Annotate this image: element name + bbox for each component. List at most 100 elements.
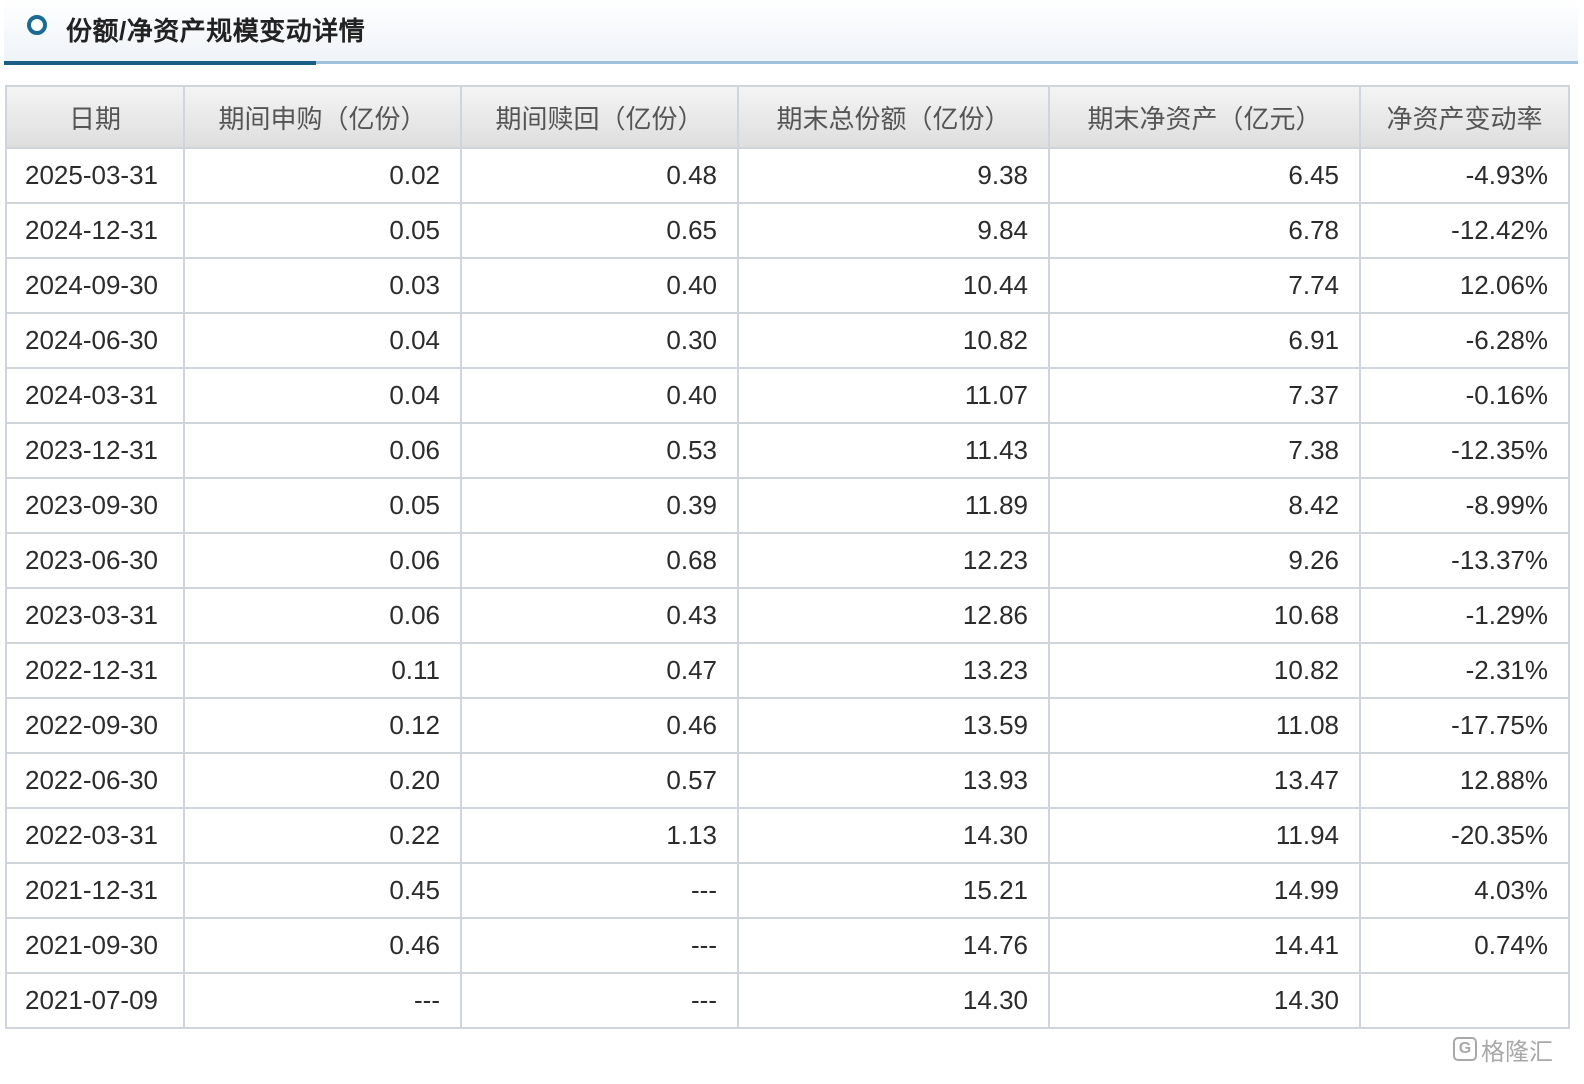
header-divider-accent bbox=[4, 61, 316, 65]
column-header-total-shares: 期末总份额（亿份） bbox=[737, 85, 1050, 149]
table-row: 2024-12-31 0.05 0.65 9.84 6.78 -12.42% bbox=[5, 202, 1570, 259]
cell-subscription: 0.12 bbox=[183, 697, 462, 754]
cell-total-shares: 11.89 bbox=[737, 477, 1050, 534]
table-row: 2022-09-30 0.12 0.46 13.59 11.08 -17.75% bbox=[5, 697, 1570, 754]
table-row: 2022-03-31 0.22 1.13 14.30 11.94 -20.35% bbox=[5, 807, 1570, 864]
cell-change-rate: -6.28% bbox=[1359, 312, 1570, 369]
cell-net-assets: 8.42 bbox=[1048, 477, 1361, 534]
cell-total-shares: 14.30 bbox=[737, 972, 1050, 1029]
column-header-subscription: 期间申购（亿份） bbox=[183, 85, 462, 149]
cell-date: 2021-09-30 bbox=[5, 917, 185, 974]
cell-change-rate: -2.31% bbox=[1359, 642, 1570, 699]
cell-net-assets: 7.38 bbox=[1048, 422, 1361, 479]
cell-net-assets: 13.47 bbox=[1048, 752, 1361, 809]
cell-redemption: 1.13 bbox=[460, 807, 739, 864]
table-row: 2021-12-31 0.45 --- 15.21 14.99 4.03% bbox=[5, 862, 1570, 919]
cell-net-assets: 6.45 bbox=[1048, 147, 1361, 204]
table-row: 2024-06-30 0.04 0.30 10.82 6.91 -6.28% bbox=[5, 312, 1570, 369]
cell-redemption: 0.40 bbox=[460, 367, 739, 424]
cell-total-shares: 15.21 bbox=[737, 862, 1050, 919]
column-header-redemption: 期间赎回（亿份） bbox=[460, 85, 739, 149]
cell-change-rate: 0.74% bbox=[1359, 917, 1570, 974]
watermark: G 格隆汇 bbox=[1453, 1033, 1553, 1066]
cell-redemption: 0.43 bbox=[460, 587, 739, 644]
cell-total-shares: 12.23 bbox=[737, 532, 1050, 589]
cell-subscription: 0.06 bbox=[183, 422, 462, 479]
cell-subscription: 0.46 bbox=[183, 917, 462, 974]
cell-change-rate: -0.16% bbox=[1359, 367, 1570, 424]
cell-date: 2022-06-30 bbox=[5, 752, 185, 809]
cell-date: 2024-12-31 bbox=[5, 202, 185, 259]
cell-total-shares: 14.30 bbox=[737, 807, 1050, 864]
cell-change-rate: -4.93% bbox=[1359, 147, 1570, 204]
cell-net-assets: 11.08 bbox=[1048, 697, 1361, 754]
cell-net-assets: 9.26 bbox=[1048, 532, 1361, 589]
cell-subscription: 0.02 bbox=[183, 147, 462, 204]
cell-redemption: 0.30 bbox=[460, 312, 739, 369]
cell-redemption: 0.48 bbox=[460, 147, 739, 204]
panel-header: 份额/净资产规模变动详情 bbox=[4, 0, 1578, 62]
cell-redemption: --- bbox=[460, 862, 739, 919]
cell-change-rate: -17.75% bbox=[1359, 697, 1570, 754]
cell-subscription: 0.06 bbox=[183, 587, 462, 644]
cell-total-shares: 11.43 bbox=[737, 422, 1050, 479]
table-row: 2023-06-30 0.06 0.68 12.23 9.26 -13.37% bbox=[5, 532, 1570, 589]
cell-change-rate: 12.88% bbox=[1359, 752, 1570, 809]
cell-redemption: 0.57 bbox=[460, 752, 739, 809]
panel-title: 份额/净资产规模变动详情 bbox=[66, 16, 366, 46]
cell-change-rate: 4.03% bbox=[1359, 862, 1570, 919]
column-header-net-assets: 期末净资产（亿元） bbox=[1048, 85, 1361, 149]
cell-subscription: --- bbox=[183, 972, 462, 1029]
cell-change-rate: -12.42% bbox=[1359, 202, 1570, 259]
cell-total-shares: 9.84 bbox=[737, 202, 1050, 259]
table-row: 2022-12-31 0.11 0.47 13.23 10.82 -2.31% bbox=[5, 642, 1570, 699]
cell-date: 2024-06-30 bbox=[5, 312, 185, 369]
cell-date: 2021-07-09 bbox=[5, 972, 185, 1029]
cell-change-rate: -8.99% bbox=[1359, 477, 1570, 534]
cell-subscription: 0.20 bbox=[183, 752, 462, 809]
circle-bullet-icon bbox=[27, 15, 47, 35]
cell-change-rate: -20.35% bbox=[1359, 807, 1570, 864]
cell-date: 2022-12-31 bbox=[5, 642, 185, 699]
cell-redemption: 0.68 bbox=[460, 532, 739, 589]
cell-subscription: 0.45 bbox=[183, 862, 462, 919]
cell-total-shares: 13.59 bbox=[737, 697, 1050, 754]
cell-date: 2023-09-30 bbox=[5, 477, 185, 534]
cell-redemption: 0.46 bbox=[460, 697, 739, 754]
cell-total-shares: 13.93 bbox=[737, 752, 1050, 809]
table-row: 2024-09-30 0.03 0.40 10.44 7.74 12.06% bbox=[5, 257, 1570, 314]
cell-subscription: 0.05 bbox=[183, 477, 462, 534]
cell-total-shares: 10.44 bbox=[737, 257, 1050, 314]
cell-net-assets: 11.94 bbox=[1048, 807, 1361, 864]
cell-total-shares: 9.38 bbox=[737, 147, 1050, 204]
cell-subscription: 0.04 bbox=[183, 312, 462, 369]
cell-subscription: 0.04 bbox=[183, 367, 462, 424]
cell-date: 2024-03-31 bbox=[5, 367, 185, 424]
cell-subscription: 0.06 bbox=[183, 532, 462, 589]
cell-subscription: 0.22 bbox=[183, 807, 462, 864]
cell-net-assets: 14.99 bbox=[1048, 862, 1361, 919]
cell-date: 2022-09-30 bbox=[5, 697, 185, 754]
cell-change-rate: -13.37% bbox=[1359, 532, 1570, 589]
cell-net-assets: 10.82 bbox=[1048, 642, 1361, 699]
cell-date: 2024-09-30 bbox=[5, 257, 185, 314]
cell-redemption: 0.53 bbox=[460, 422, 739, 479]
cell-net-assets: 7.74 bbox=[1048, 257, 1361, 314]
cell-total-shares: 10.82 bbox=[737, 312, 1050, 369]
column-header-change-rate: 净资产变动率 bbox=[1359, 85, 1570, 149]
cell-subscription: 0.05 bbox=[183, 202, 462, 259]
cell-net-assets: 7.37 bbox=[1048, 367, 1361, 424]
table-header-row: 日期 期间申购（亿份） 期间赎回（亿份） 期末总份额（亿份） 期末净资产（亿元）… bbox=[5, 85, 1570, 149]
cell-date: 2023-06-30 bbox=[5, 532, 185, 589]
table-row: 2021-07-09 --- --- 14.30 14.30 bbox=[5, 972, 1570, 1029]
watermark-text: 格隆汇 bbox=[1481, 1038, 1553, 1066]
table-row: 2024-03-31 0.04 0.40 11.07 7.37 -0.16% bbox=[5, 367, 1570, 424]
table-row: 2023-09-30 0.05 0.39 11.89 8.42 -8.99% bbox=[5, 477, 1570, 534]
cell-date: 2022-03-31 bbox=[5, 807, 185, 864]
cell-date: 2023-12-31 bbox=[5, 422, 185, 479]
cell-change-rate: -1.29% bbox=[1359, 587, 1570, 644]
cell-change-rate bbox=[1359, 972, 1570, 1029]
cell-net-assets: 14.30 bbox=[1048, 972, 1361, 1029]
gelonghui-logo-icon: G bbox=[1453, 1037, 1477, 1061]
cell-redemption: 0.47 bbox=[460, 642, 739, 699]
